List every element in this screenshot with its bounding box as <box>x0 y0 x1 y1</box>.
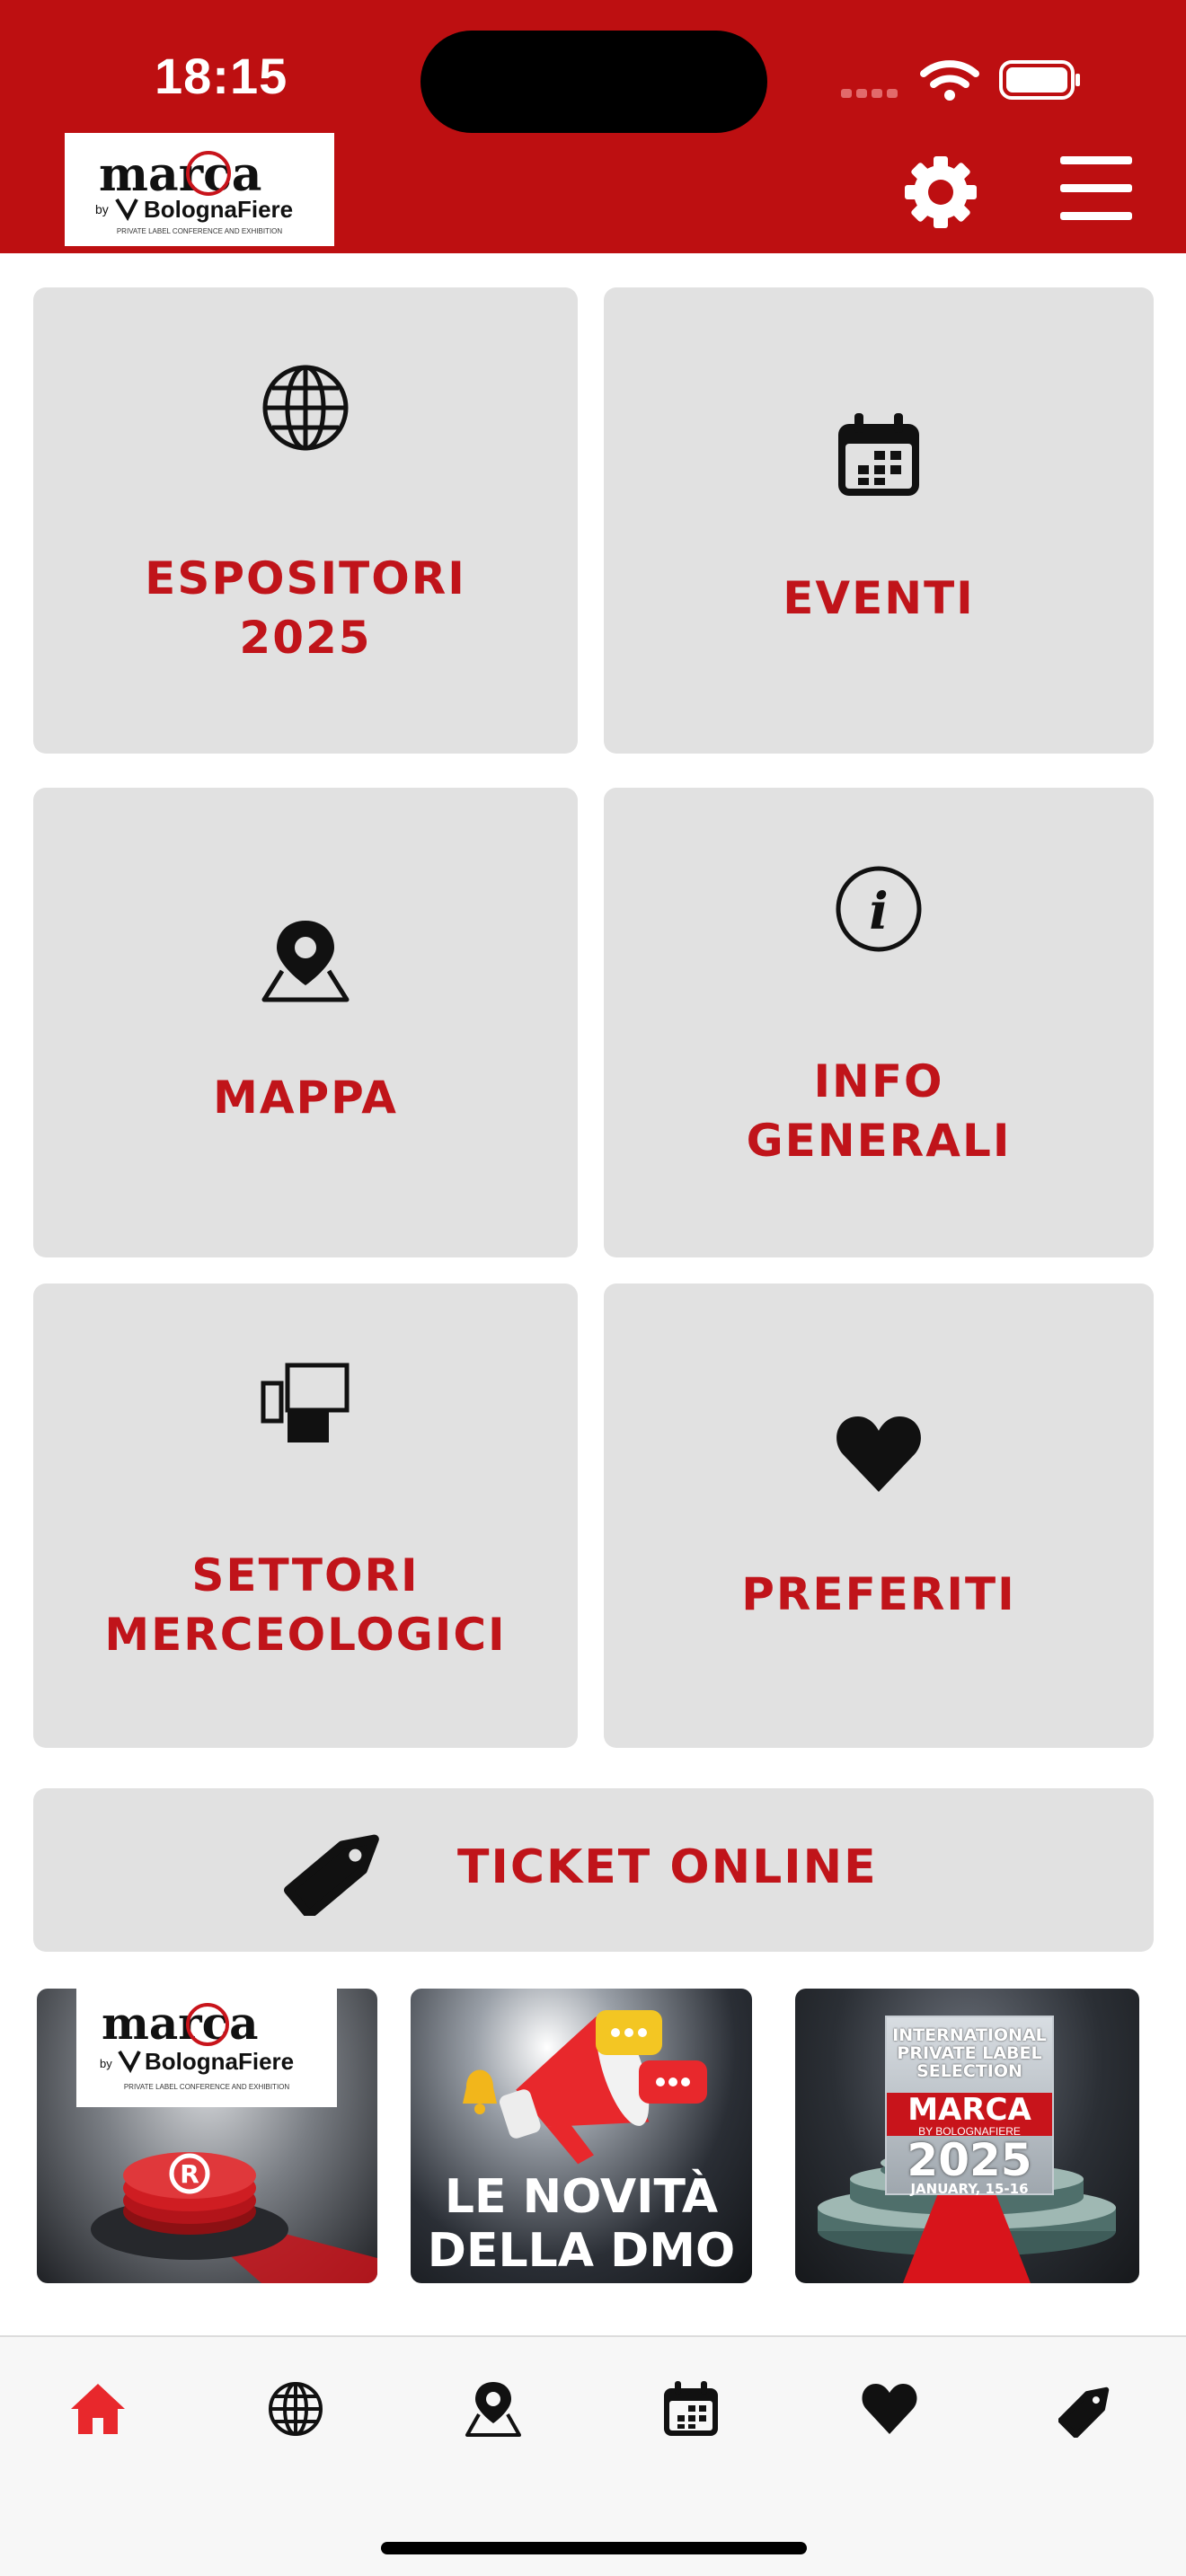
tile-info[interactable]: i INFO GENERALI <box>604 788 1154 1257</box>
logo-by: by <box>95 202 109 216</box>
battery-icon <box>999 60 1080 100</box>
banner-novita-text: LE NOVITÀ DELLA DMO <box>427 2170 736 2278</box>
heart-icon <box>862 2384 917 2434</box>
tab-mappa[interactable] <box>448 2364 538 2454</box>
banner1-logo-word: marca <box>102 1997 259 2050</box>
tile-mappa-label: MAPPA <box>213 1072 398 1124</box>
app-header: 18:15 marca by BolognaFiere PRIVATE LABE… <box>0 0 1186 253</box>
info-icon: i <box>836 866 922 952</box>
cellular-signal-icon <box>841 86 902 102</box>
svg-text:R: R <box>180 2159 199 2189</box>
banner1-logo-brand: BolognaFiere <box>145 2048 294 2075</box>
map-pin-icon <box>465 2382 521 2437</box>
logo-brand: BolognaFiere <box>144 196 293 223</box>
banner-novita-dmo[interactable]: LE NOVITÀ DELLA DMO <box>411 1989 752 2283</box>
calendar-icon <box>664 2381 718 2436</box>
tab-home[interactable] <box>53 2364 143 2454</box>
tile-espositori-label: ESPOSITORI 2025 <box>145 552 466 664</box>
globe-icon <box>262 365 349 451</box>
poster-headline: INTERNATIONAL PRIVATE LABEL SELECTION <box>892 2025 1047 2081</box>
banner-marca-logo[interactable]: marca by BolognaFiere PRIVATE LABEL CONF… <box>37 1989 377 2283</box>
tag-icon <box>1058 2386 1110 2438</box>
ticket-online-button[interactable]: TICKET ONLINE <box>33 1788 1154 1952</box>
tab-eventi[interactable] <box>646 2364 736 2454</box>
tile-info-label: INFO GENERALI <box>746 1055 1012 1167</box>
tab-espositori[interactable] <box>251 2364 341 2454</box>
tile-preferiti-label: PREFERITI <box>741 1568 1016 1620</box>
tile-settori[interactable]: SETTORI MERCEOLOGICI <box>33 1284 578 1748</box>
wifi-icon <box>920 60 979 101</box>
tab-ticket[interactable] <box>1042 2364 1132 2454</box>
calendar-icon <box>838 413 919 496</box>
banner1-logo-by: by <box>100 2057 112 2070</box>
ticket-online-label: TICKET ONLINE <box>457 1840 878 1894</box>
poster-year: 2025 <box>907 2134 1032 2186</box>
home-indicator <box>381 2542 807 2554</box>
logo-tagline: PRIVATE LABEL CONFERENCE AND EXHIBITION <box>117 227 283 235</box>
heart-icon <box>836 1416 921 1492</box>
marca-2025-poster: INTERNATIONAL PRIVATE LABEL SELECTION MA… <box>885 2016 1054 2197</box>
logo-word: marca <box>99 147 261 202</box>
tile-eventi[interactable]: EVENTI <box>604 287 1154 754</box>
globe-icon <box>269 2382 323 2436</box>
hamburger-menu-icon[interactable] <box>1058 154 1134 223</box>
bottom-tab-bar <box>0 2335 1186 2576</box>
map-pin-icon <box>261 921 350 1002</box>
status-time: 18:15 <box>155 48 288 104</box>
settings-gear-icon[interactable] <box>903 154 978 230</box>
tile-espositori[interactable]: ESPOSITORI 2025 <box>33 287 578 754</box>
banner-marca-2025[interactable]: INTERNATIONAL PRIVATE LABEL SELECTION MA… <box>795 1989 1139 2283</box>
tab-preferiti[interactable] <box>845 2364 934 2454</box>
svg-text:i: i <box>869 882 888 941</box>
tile-mappa[interactable]: MAPPA <box>33 788 578 1257</box>
dynamic-island <box>420 31 767 133</box>
home-icon <box>71 2384 125 2434</box>
marca-logo[interactable]: marca by BolognaFiere PRIVATE LABEL CONF… <box>65 133 334 246</box>
sectors-icon <box>261 1363 350 1442</box>
tile-settori-label: SETTORI MERCEOLOGICI <box>104 1549 507 1661</box>
tile-preferiti[interactable]: PREFERITI <box>604 1284 1154 1748</box>
tag-icon <box>283 1834 379 1916</box>
poster-date: JANUARY, 15-16 <box>910 2181 1029 2197</box>
tile-eventi-label: EVENTI <box>783 572 975 624</box>
banner1-logo-tagline: PRIVATE LABEL CONFERENCE AND EXHIBITION <box>124 2083 290 2091</box>
